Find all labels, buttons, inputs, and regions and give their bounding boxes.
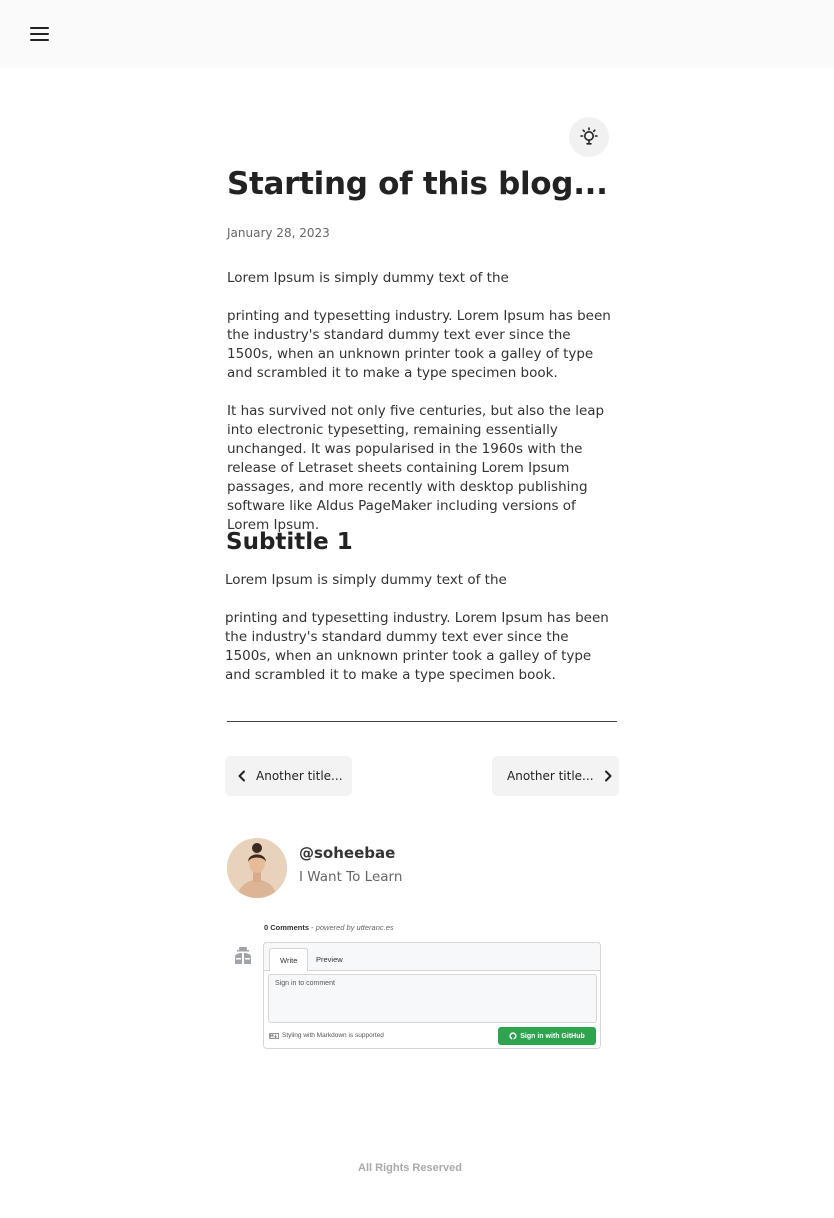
tab-write[interactable]: Write <box>269 948 309 971</box>
comments-count: 0 Comments - powered by utteranc.es <box>264 923 394 932</box>
comments-count-label: 0 Comments <box>264 923 310 932</box>
content-divider <box>227 721 617 722</box>
post-subtitle: Subtitle 1 <box>226 529 353 555</box>
post-date: January 28, 2023 <box>227 226 330 240</box>
comments-powered-by[interactable]: powered by utteranc.es <box>316 923 394 932</box>
previous-post-label: Another title... <box>256 769 343 783</box>
post-paragraph: printing and typesetting industry. Lorem… <box>227 308 611 381</box>
next-post-label: Another title... <box>507 769 594 783</box>
anonymous-user-icon <box>235 947 251 964</box>
next-post-button[interactable]: Another title... <box>492 756 619 796</box>
comments-separator: - <box>309 923 316 932</box>
tab-preview[interactable]: Preview <box>306 948 353 971</box>
post-paragraph: Lorem Ipsum is simply dummy text of the <box>227 270 509 286</box>
theme-toggle-button[interactable] <box>569 117 609 157</box>
footer-copyright: All Rights Reserved <box>358 1162 462 1174</box>
post-title: Starting of this blog... <box>227 166 608 202</box>
markdown-note-label: Styling with Markdown is supported <box>282 1032 384 1039</box>
post-paragraph: It has survived not only five centuries,… <box>227 403 605 533</box>
chevron-right-icon <box>604 770 612 782</box>
post-paragraph: Lorem Ipsum is simply dummy text of the <box>225 572 507 588</box>
author-avatar <box>227 838 287 898</box>
lightbulb-icon <box>580 127 598 145</box>
sign-in-label: Sign in with GitHub <box>520 1032 585 1040</box>
author-tagline: I Want To Learn <box>299 869 403 885</box>
sign-in-with-github-button[interactable]: Sign in with GitHub <box>498 1027 596 1045</box>
previous-post-button[interactable]: Another title... <box>225 756 352 796</box>
chevron-left-icon <box>238 770 245 782</box>
post-paragraph: printing and typesetting industry. Lorem… <box>225 610 609 683</box>
hamburger-menu-icon[interactable] <box>28 24 52 44</box>
comment-editor-tabs: Write Preview <box>264 943 600 971</box>
top-bar <box>0 0 834 68</box>
markdown-icon <box>269 1032 279 1039</box>
comment-editor: Write Preview Sign in to comment Styling… <box>263 942 601 1049</box>
comment-input[interactable]: Sign in to comment <box>268 974 597 1023</box>
author-handle: @soheebae <box>299 844 396 862</box>
github-icon <box>509 1032 517 1040</box>
markdown-note: Styling with Markdown is supported <box>269 1032 384 1039</box>
